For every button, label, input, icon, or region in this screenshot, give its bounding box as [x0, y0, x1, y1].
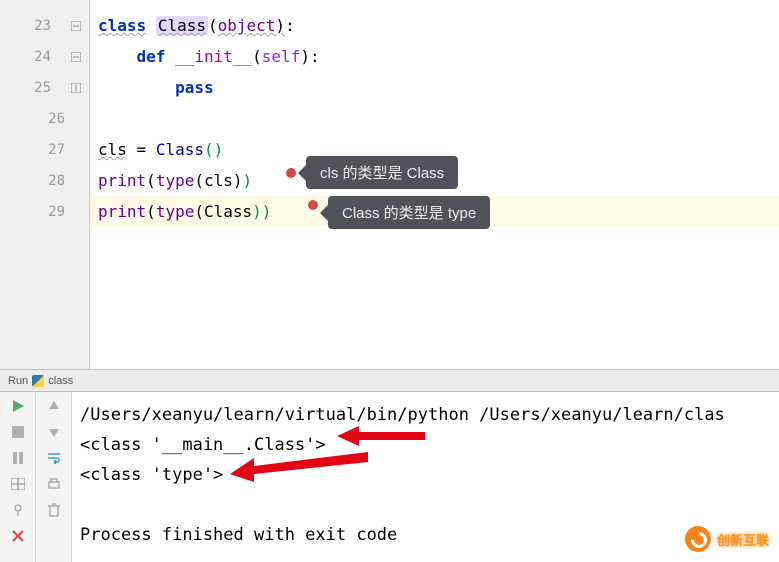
- code-line: [90, 103, 779, 134]
- watermark: 创新互联: [685, 526, 769, 552]
- run-toolbar-col2: [36, 392, 72, 562]
- breakpoint-dot-icon: [308, 200, 318, 210]
- console-line: Process finished with exit code: [80, 520, 779, 550]
- line-number: 25: [0, 80, 69, 96]
- code-area[interactable]: class Class(object): def __init__(self):…: [90, 0, 779, 369]
- breakpoint-dot-icon: [286, 168, 296, 178]
- run-icon[interactable]: [10, 398, 26, 414]
- code-line: class Class(object):: [90, 10, 779, 41]
- line-gutter: 23 24 25 26 27 28 29: [0, 0, 90, 369]
- pause-icon[interactable]: [10, 450, 26, 466]
- code-line: def __init__(self):: [90, 41, 779, 72]
- line-number: 26: [0, 111, 83, 127]
- print-icon[interactable]: [46, 476, 62, 492]
- annotation-callout: Class 的类型是 type: [328, 196, 490, 229]
- down-icon[interactable]: [46, 424, 62, 440]
- code-line: pass: [90, 72, 779, 103]
- fold-minus-icon[interactable]: [69, 50, 83, 64]
- console-line: [80, 490, 779, 520]
- line-number: 23: [0, 18, 69, 34]
- run-label: Run: [8, 375, 28, 387]
- arrow-annotation-icon: [230, 452, 370, 482]
- layout-icon[interactable]: [10, 476, 26, 492]
- line-number: 24: [0, 49, 69, 65]
- line-number: 28: [0, 173, 83, 189]
- trash-icon[interactable]: [46, 502, 62, 518]
- console-line: <class '__main__.Class'>: [80, 430, 779, 460]
- watermark-logo-icon: [685, 526, 711, 552]
- code-editor[interactable]: 23 24 25 26 27 28 29 class Class(object)…: [0, 0, 779, 370]
- python-icon: [32, 375, 44, 387]
- run-panel: /Users/xeanyu/learn/virtual/bin/python /…: [0, 392, 779, 562]
- fold-minus-icon[interactable]: [69, 19, 83, 33]
- close-icon[interactable]: [10, 528, 26, 544]
- line-number: 29: [0, 204, 83, 220]
- run-config-name: class: [48, 375, 73, 387]
- console-line: /Users/xeanyu/learn/virtual/bin/python /…: [80, 400, 779, 430]
- console-line: <class 'type'>: [80, 460, 779, 490]
- arrow-annotation-icon: [337, 424, 427, 448]
- annotation-callout: cls 的类型是 Class: [306, 156, 458, 189]
- run-tool-header: Run class: [0, 370, 779, 392]
- up-icon[interactable]: [46, 398, 62, 414]
- console-output[interactable]: /Users/xeanyu/learn/virtual/bin/python /…: [72, 392, 779, 562]
- pin-icon[interactable]: [10, 502, 26, 518]
- run-toolbar-col1: [0, 392, 36, 562]
- line-number: 27: [0, 142, 83, 158]
- stop-icon[interactable]: [10, 424, 26, 440]
- fold-end-icon[interactable]: [69, 81, 83, 95]
- wrap-icon[interactable]: [46, 450, 62, 466]
- watermark-text: 创新互联: [717, 530, 769, 549]
